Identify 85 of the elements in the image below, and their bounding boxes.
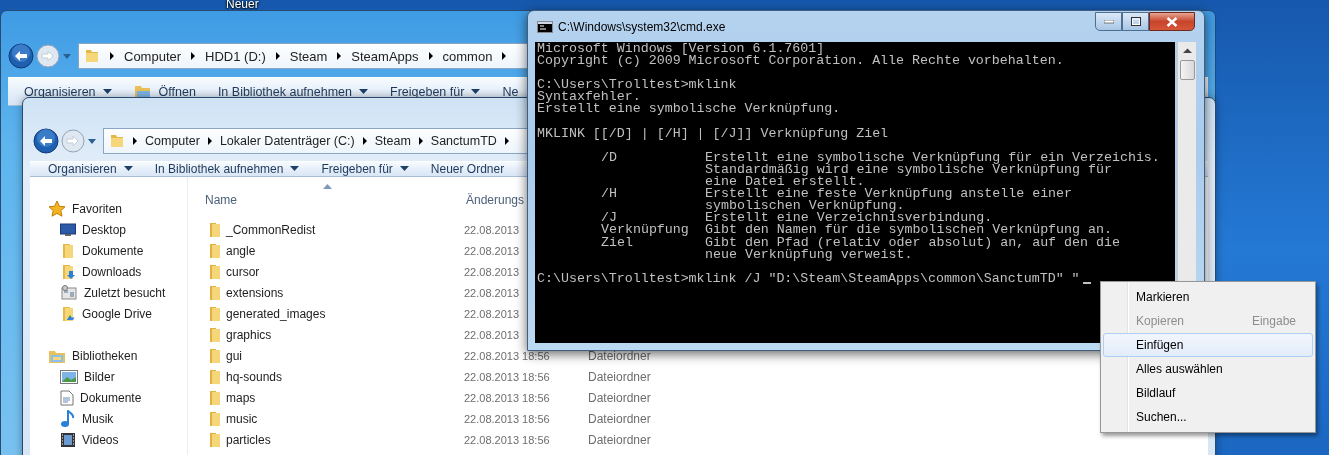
menu-button[interactable]: In Bibliothek aufnehmen <box>217 84 368 99</box>
console-line: Erstellt eine feste Verknüpfung anstelle einer <box>705 188 1073 201</box>
modified-date: 22.08.2013 18:56 <box>464 349 551 362</box>
file-name[interactable]: cursor <box>226 264 460 279</box>
modified-date: 22.08.2013 <box>464 223 521 236</box>
navigation-item[interactable]: Zuletzt besucht <box>30 282 187 303</box>
file-name[interactable]: generated_images <box>226 306 460 321</box>
navigation-item[interactable]: Downloads <box>30 261 187 282</box>
file-name[interactable]: _CommonRedist <box>226 222 460 237</box>
console-option-name: /D <box>601 151 618 164</box>
window-title: C:\Windows\system32\cmd.exe <box>558 19 726 34</box>
file-name[interactable]: music <box>226 411 460 426</box>
file-name[interactable]: particles <box>226 432 460 447</box>
navigation-item[interactable]: Desktop <box>30 219 187 240</box>
file-type: Dateiordner <box>588 432 651 447</box>
navigation-item[interactable]: Dokumente <box>30 240 187 261</box>
breadcrumb-link[interactable]: HDD1 (D:) <box>205 48 266 64</box>
breadcrumb-link[interactable]: Computer <box>145 134 200 148</box>
menu-item[interactable]: Bildlauf <box>1103 381 1313 405</box>
console-line: Erstellt eine symbolische Verknüpfung. <box>537 103 842 116</box>
console-option-name: Ziel <box>601 236 633 249</box>
navigation-item[interactable]: Dokumente <box>30 387 187 408</box>
toolbar-button[interactable]: Ne <box>502 84 519 99</box>
breadcrumb-link[interactable]: Steam <box>289 48 328 64</box>
console-line: neue Verknüpfung verweist. <box>705 248 914 261</box>
modified-date: 22.08.2013 18:56 <box>464 391 551 404</box>
file-name[interactable]: gui <box>226 348 460 363</box>
console-input-line[interactable]: C:\Users\Trolltest>mklink /J "D:\Steam\SteamApps\common\SanctumTD" " <box>537 272 1080 285</box>
breadcrumb-link[interactable]: Computer <box>124 48 182 64</box>
console-option-name: /H <box>601 188 618 201</box>
menu-item[interactable]: Suchen... <box>1103 405 1313 429</box>
breadcrumb-link[interactable]: SanctumTD <box>430 134 497 148</box>
console-line: Microsoft Windows [Version 6.1.7601] <box>537 43 825 56</box>
modified-date: 22.08.2013 18:56 <box>464 370 551 383</box>
console-option-name: Verknüpfung <box>601 224 690 237</box>
menu-button[interactable]: In Bibliothek aufnehmen <box>154 162 300 176</box>
navigation-item[interactable]: Favoriten <box>30 198 187 219</box>
shortcut-label: Eingabe <box>1251 314 1296 328</box>
file-name[interactable]: hq-sounds <box>226 369 460 384</box>
menu-button[interactable]: Freigeben für <box>390 84 481 99</box>
breadcrumb-link[interactable]: Steam <box>374 134 411 148</box>
console-line: eine Datei erstellt. <box>705 176 865 189</box>
console-line: Syntaxfehler. <box>537 91 642 104</box>
modified-date: 22.08.2013 <box>464 244 521 257</box>
file-name[interactable]: graphics <box>226 327 460 342</box>
console-line: Erstellt eine Verzeichnisverbindung. <box>705 212 993 225</box>
menu-button[interactable]: Freigeben für <box>321 162 409 176</box>
console-line: Erstellt eine symbolische Verknüpfung für ein Verzeichis. <box>705 151 1160 164</box>
file-name[interactable]: angle <box>226 243 460 258</box>
console-line: Gibt den Pfad (relativ oder absolut) an, auf den die <box>705 236 1120 249</box>
console-line: symbolischen Verknüpfung. <box>705 200 905 213</box>
menu-item[interactable]: Einfügen <box>1103 333 1313 357</box>
file-type: Dateiordner <box>588 369 651 384</box>
menu-button[interactable]: Organisieren <box>48 162 133 176</box>
navigation-item[interactable]: Videos <box>30 429 187 450</box>
desktop-icon-label[interactable]: Neuer <box>226 0 259 11</box>
console-line: Gibt den Namen für die symbolischen Verknüpfung an. <box>705 224 1112 237</box>
modified-date: 22.08.2013 <box>464 328 521 341</box>
menu-button[interactable]: Organisieren <box>24 84 112 99</box>
console-line: MKLINK [[/D] | [/H] | [/J]] Verknüpfung Ziel <box>537 127 890 140</box>
file-name[interactable]: extensions <box>226 285 460 300</box>
menu-item[interactable]: Markieren <box>1103 285 1313 309</box>
navigation-item[interactable]: Musik <box>30 408 187 429</box>
console-line: Copyright (c) 2009 Microsoft Corporation. Alle Rechte vorbehalten. <box>537 55 1065 68</box>
console-line: C:\Users\Trolltest>mklink <box>537 79 738 92</box>
modified-date: 22.08.2013 18:56 <box>464 412 551 425</box>
toolbar-button[interactable]: Neuer Ordner <box>430 162 505 176</box>
navigation-item[interactable]: Bilder <box>30 366 187 387</box>
file-type: Dateiordner <box>588 411 651 426</box>
breadcrumb-link[interactable]: Lokaler Datenträger (C:) <box>219 134 355 148</box>
navigation-item[interactable]: Google Drive <box>30 303 187 324</box>
menu-item[interactable]: Alles auswählen <box>1103 357 1313 381</box>
console-line: Standardmäßig wird eine symbolische Verknüpfung für <box>705 163 1113 177</box>
breadcrumb-link[interactable]: SteamApps <box>351 48 419 64</box>
modified-date: 22.08.2013 <box>464 286 521 299</box>
file-name[interactable]: maps <box>226 390 460 405</box>
column-header[interactable]: Name <box>188 193 466 207</box>
modified-date: 22.08.2013 18:56 <box>464 433 551 446</box>
file-type: Dateiordner <box>588 348 651 363</box>
modified-date: 22.08.2013 <box>464 307 521 320</box>
column-header[interactable]: Änderungs <box>466 193 525 207</box>
console-option-name: /J <box>601 212 617 225</box>
file-type: Dateiordner <box>588 390 651 405</box>
breadcrumb-link[interactable]: common <box>442 48 493 64</box>
navigation-item[interactable]: Bibliotheken <box>30 345 187 366</box>
